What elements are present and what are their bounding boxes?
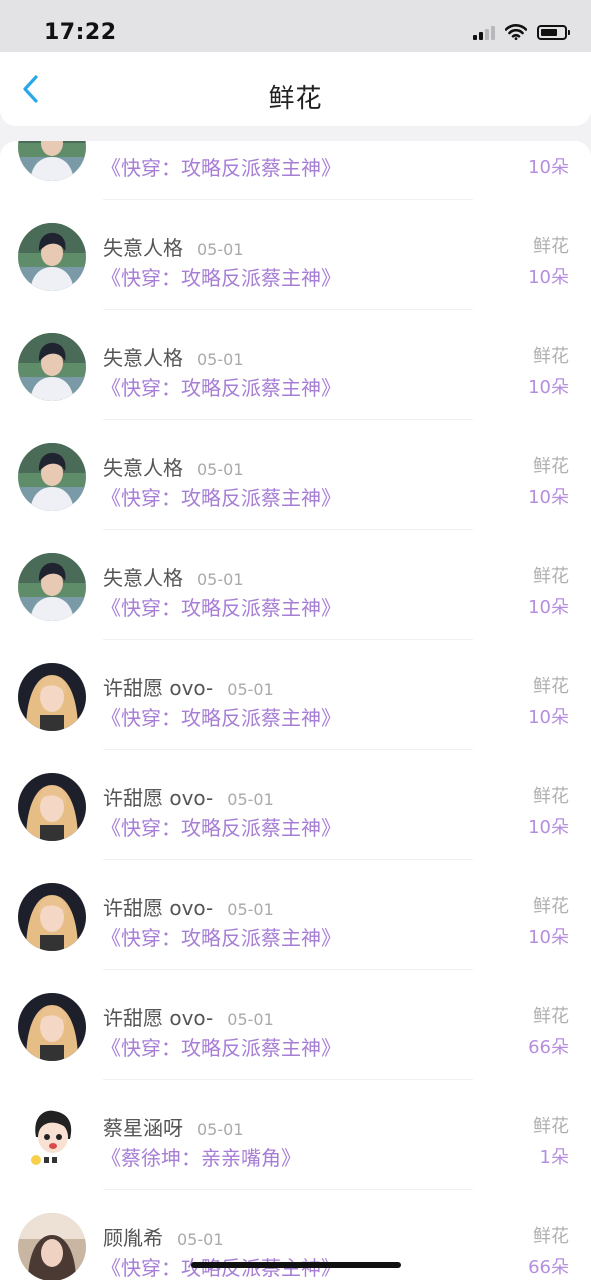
gift-type-label: 鲜花 [533, 236, 569, 257]
user-name[interactable]: 失意人格 [103, 236, 183, 260]
gift-type-label: 鲜花 [533, 676, 569, 697]
avatar[interactable] [18, 993, 86, 1061]
gift-date: 05-01 [227, 680, 274, 699]
avatar[interactable] [18, 141, 86, 181]
item-header: 顾胤希 05-01 [103, 1222, 224, 1251]
user-name[interactable]: 许甜愿 ovo- [103, 1006, 213, 1030]
gift-date: 05-01 [227, 1010, 274, 1029]
status-time: 17:22 [44, 20, 117, 45]
item-header: 许甜愿 ovo- 05-01 [103, 1002, 274, 1031]
user-name[interactable]: 许甜愿 ovo- [103, 786, 213, 810]
home-indicator [191, 1262, 401, 1268]
gift-count: 66朵 [528, 1257, 569, 1278]
status-icons [473, 24, 570, 40]
user-name[interactable]: 失意人格 [103, 346, 183, 370]
avatar[interactable] [18, 223, 86, 291]
list-item[interactable]: 失意人格 05-01 《快穿：攻略反派蔡主神》 鲜花 10朵 [0, 530, 591, 640]
user-name[interactable]: 失意人格 [103, 456, 183, 480]
item-header: 失意人格 05-01 [103, 232, 244, 261]
list-item[interactable]: 《快穿：攻略反派蔡主神》 10朵 [0, 141, 591, 200]
book-title-link[interactable]: 《快穿：攻略反派蔡主神》 [101, 812, 341, 841]
gift-date: 05-01 [197, 350, 244, 369]
gift-type-label: 鲜花 [533, 786, 569, 807]
avatar[interactable] [18, 1103, 86, 1171]
item-header: 失意人格 05-01 [103, 562, 244, 591]
book-title-link[interactable]: 《快穿：攻略反派蔡主神》 [101, 262, 341, 291]
gift-count: 10朵 [528, 817, 569, 838]
gift-count: 1朵 [539, 1147, 569, 1168]
book-title-link[interactable]: 《快穿：攻略反派蔡主神》 [101, 482, 341, 511]
gift-count: 10朵 [528, 267, 569, 288]
gift-count: 10朵 [528, 487, 569, 508]
battery-icon [537, 24, 570, 40]
user-name[interactable]: 顾胤希 [103, 1226, 163, 1250]
avatar[interactable] [18, 883, 86, 951]
item-header: 许甜愿 ovo- 05-01 [103, 892, 274, 921]
list-item[interactable]: 蔡星涵呀 05-01 《蔡徐坤：亲亲嘴角》 鲜花 1朵 [0, 1080, 591, 1190]
status-bar: 17:22 [0, 0, 591, 52]
book-title-link[interactable]: 《蔡徐坤：亲亲嘴角》 [101, 1142, 301, 1171]
gift-date: 05-01 [197, 1120, 244, 1139]
list-item[interactable]: 许甜愿 ovo- 05-01 《快穿：攻略反派蔡主神》 鲜花 10朵 [0, 640, 591, 750]
book-title-link[interactable]: 《快穿：攻略反派蔡主神》 [101, 152, 341, 181]
list-item[interactable]: 许甜愿 ovo- 05-01 《快穿：攻略反派蔡主神》 鲜花 66朵 [0, 970, 591, 1080]
gift-type-label: 鲜花 [533, 1226, 569, 1247]
gift-date: 05-01 [177, 1230, 224, 1249]
list-item[interactable]: 失意人格 05-01 《快穿：攻略反派蔡主神》 鲜花 10朵 [0, 310, 591, 420]
item-header: 许甜愿 ovo- 05-01 [103, 782, 274, 811]
gift-date: 05-01 [227, 900, 274, 919]
gift-count: 10朵 [528, 157, 569, 178]
gift-type-label: 鲜花 [533, 566, 569, 587]
item-header [103, 141, 117, 146]
gift-count: 10朵 [528, 377, 569, 398]
book-title-link[interactable]: 《快穿：攻略反派蔡主神》 [101, 702, 341, 731]
gift-date: 05-01 [197, 570, 244, 589]
book-title-link[interactable]: 《快穿：攻略反派蔡主神》 [101, 1032, 341, 1061]
item-header: 失意人格 05-01 [103, 342, 244, 371]
item-header: 蔡星涵呀 05-01 [103, 1112, 244, 1141]
list-item[interactable]: 失意人格 05-01 《快穿：攻略反派蔡主神》 鲜花 10朵 [0, 200, 591, 310]
avatar[interactable] [18, 773, 86, 841]
gift-count: 10朵 [528, 597, 569, 618]
gift-type-label: 鲜花 [533, 456, 569, 477]
list-item[interactable]: 许甜愿 ovo- 05-01 《快穿：攻略反派蔡主神》 鲜花 10朵 [0, 750, 591, 860]
user-name[interactable]: 许甜愿 ovo- [103, 896, 213, 920]
item-header: 许甜愿 ovo- 05-01 [103, 672, 274, 701]
book-title-link[interactable]: 《快穿：攻略反派蔡主神》 [101, 372, 341, 401]
user-name[interactable]: 蔡星涵呀 [103, 1116, 183, 1140]
nav-bar: 鲜花 [0, 52, 591, 126]
gift-date: 05-01 [197, 460, 244, 479]
avatar[interactable] [18, 443, 86, 511]
user-name[interactable]: 失意人格 [103, 566, 183, 590]
cellular-signal-icon [473, 24, 495, 40]
gift-date: 05-01 [227, 790, 274, 809]
avatar[interactable] [18, 663, 86, 731]
flower-list[interactable]: 《快穿：攻略反派蔡主神》 10朵 失意人格 05-01 《快穿：攻略反派蔡主神》 鲜花 1… [0, 141, 591, 1280]
book-title-link[interactable]: 《快穿：攻略反派蔡主神》 [101, 592, 341, 621]
item-header: 失意人格 05-01 [103, 452, 244, 481]
list-item[interactable]: 许甜愿 ovo- 05-01 《快穿：攻略反派蔡主神》 鲜花 10朵 [0, 860, 591, 970]
gift-type-label: 鲜花 [533, 896, 569, 917]
book-title-link[interactable]: 《快穿：攻略反派蔡主神》 [101, 922, 341, 951]
gift-type-label: 鲜花 [533, 1006, 569, 1027]
user-name[interactable]: 许甜愿 ovo- [103, 676, 213, 700]
avatar[interactable] [18, 333, 86, 401]
gift-count: 66朵 [528, 1037, 569, 1058]
gift-date: 05-01 [197, 240, 244, 259]
page-title: 鲜花 [268, 84, 323, 114]
list-item[interactable]: 失意人格 05-01 《快穿：攻略反派蔡主神》 鲜花 10朵 [0, 420, 591, 530]
gift-count: 10朵 [528, 927, 569, 948]
wifi-icon [505, 24, 527, 40]
gift-type-label: 鲜花 [533, 346, 569, 367]
avatar[interactable] [18, 1213, 86, 1280]
gift-type-label: 鲜花 [533, 1116, 569, 1137]
gift-count: 10朵 [528, 707, 569, 728]
avatar[interactable] [18, 553, 86, 621]
